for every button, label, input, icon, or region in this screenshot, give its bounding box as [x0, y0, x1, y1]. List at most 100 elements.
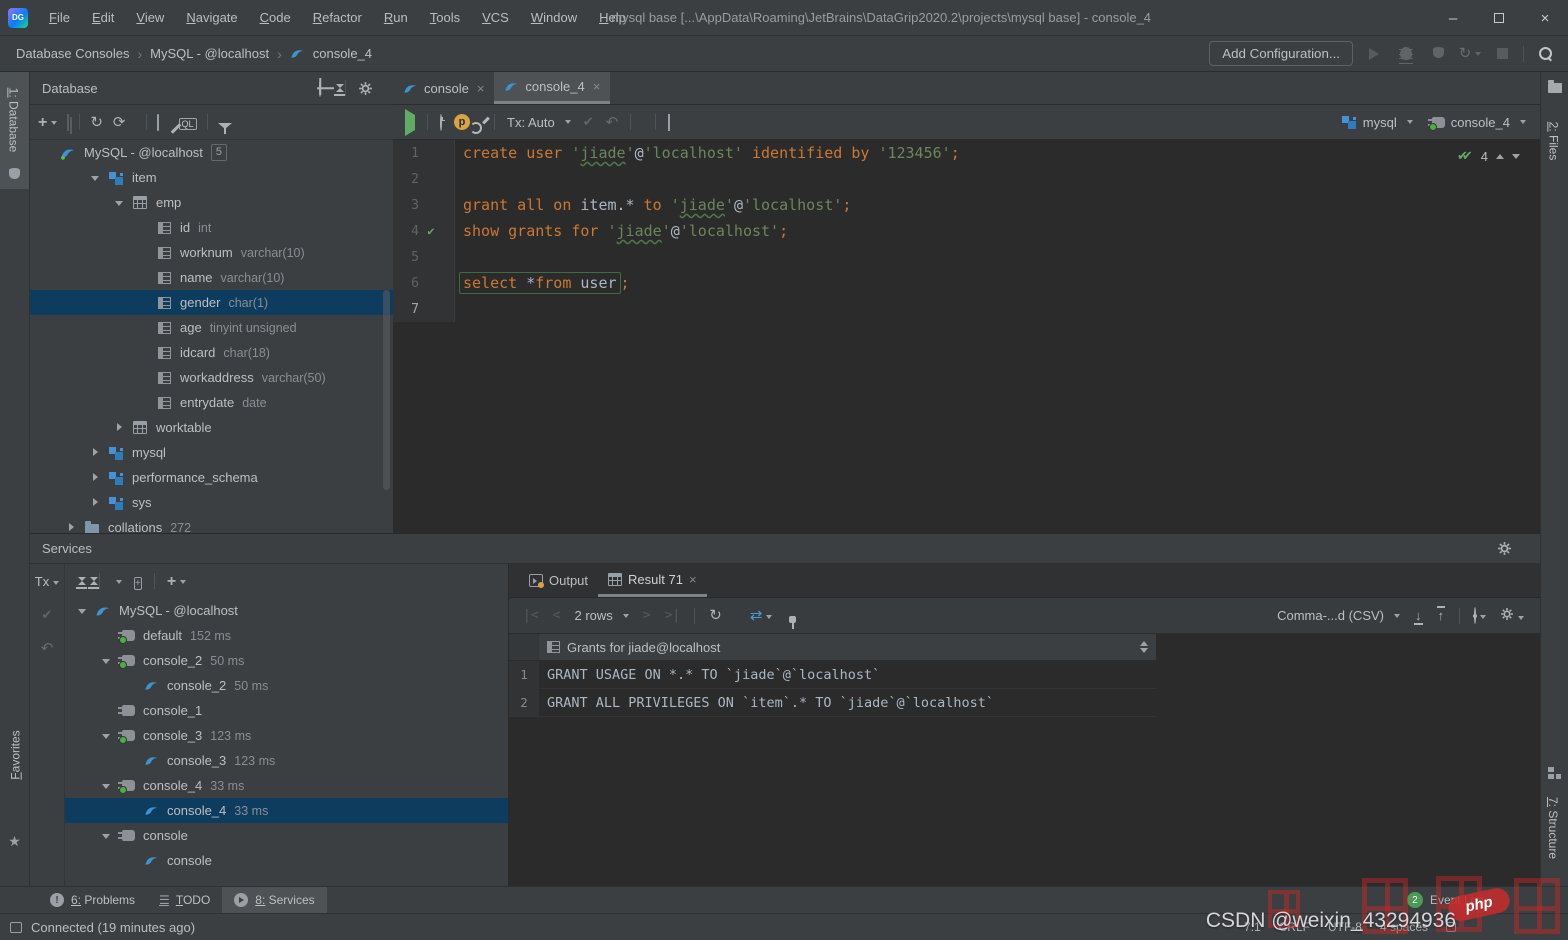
- db-tree-row-schema[interactable]: sys: [30, 490, 393, 515]
- inspection-widget[interactable]: ✔✔ 4: [1457, 148, 1520, 164]
- duplicate-icon[interactable]: [67, 115, 69, 130]
- db-tree-row-column[interactable]: id int: [30, 215, 393, 240]
- breadcrumb-console4[interactable]: console_4: [313, 46, 372, 61]
- rollback-icon[interactable]: ↶: [41, 641, 54, 656]
- close-button[interactable]: ×: [1522, 0, 1568, 36]
- menu-edit[interactable]: Edit: [83, 7, 123, 28]
- chevron-right-icon[interactable]: [60, 515, 82, 533]
- caret-position[interactable]: 7:1: [1244, 920, 1261, 934]
- close-tab-icon[interactable]: ×: [477, 81, 485, 96]
- chevron-down-icon[interactable]: [95, 648, 117, 673]
- table-view-icon[interactable]: [157, 115, 159, 130]
- execute-icon[interactable]: [405, 115, 415, 130]
- row-number[interactable]: 2: [509, 689, 539, 716]
- event-log-widget[interactable]: 2 Event Log: [1407, 892, 1484, 908]
- menu-navigate[interactable]: Navigate: [177, 7, 246, 28]
- tab-output[interactable]: Output: [519, 564, 598, 597]
- tool-tab-files[interactable]: 2: Files: [1541, 72, 1568, 189]
- db-tree-row-connection[interactable]: MySQL - @localhost 5: [30, 140, 393, 165]
- row-number[interactable]: 1: [509, 661, 539, 688]
- chevron-down-icon[interactable]: [95, 723, 117, 748]
- tab-console4[interactable]: console_4 ×: [494, 72, 610, 104]
- settings-gear-icon[interactable]: [358, 81, 373, 96]
- chevron-right-icon[interactable]: [84, 490, 106, 515]
- previous-page-icon[interactable]: <: [553, 608, 561, 623]
- chevron-right-icon[interactable]: [108, 415, 130, 440]
- download-icon[interactable]: ↓: [1414, 608, 1423, 623]
- menu-view[interactable]: View: [127, 7, 173, 28]
- db-tree-row-schema[interactable]: performance_schema: [30, 465, 393, 490]
- tx-mode-selector[interactable]: Tx: Auto: [507, 115, 571, 130]
- db-tree-row-column[interactable]: entrydate date: [30, 390, 393, 415]
- view-options-eye-icon[interactable]: [1474, 608, 1486, 623]
- chevron-down-icon[interactable]: [84, 165, 106, 190]
- db-tree-row-column[interactable]: workaddress varchar(50): [30, 365, 393, 390]
- tool-tab-favorites[interactable]: Favorites ★: [0, 715, 29, 850]
- query-console-icon[interactable]: QL: [179, 115, 197, 130]
- db-tree-row-schema[interactable]: mysql: [30, 440, 393, 465]
- schema-selector[interactable]: mysql: [1342, 115, 1413, 130]
- menu-code[interactable]: Code: [251, 7, 300, 28]
- grid-cell[interactable]: GRANT ALL PRIVILEGES ON `item`.* TO `jia…: [539, 695, 994, 711]
- scope-icon[interactable]: [319, 81, 321, 96]
- scrollbar-thumb[interactable]: [383, 290, 390, 490]
- add-configuration-button[interactable]: Add Configuration...: [1209, 41, 1353, 66]
- encoding-selector[interactable]: UTF-8: [1328, 920, 1362, 934]
- svc-row-console-selected[interactable]: console_4 33 ms: [65, 798, 508, 823]
- db-tree-row-table[interactable]: worktable: [30, 415, 393, 440]
- tool-tab-database[interactable]: 1: Database: [0, 72, 29, 189]
- export-format-selector[interactable]: Comma-...d (CSV): [1277, 608, 1400, 623]
- chevron-down-icon[interactable]: [108, 190, 130, 215]
- db-tree-row-column[interactable]: name varchar(10): [30, 265, 393, 290]
- upload-icon[interactable]: ↑: [1437, 608, 1446, 623]
- tool-window-toggle-icon[interactable]: [10, 922, 22, 933]
- grid-corner-cell[interactable]: [509, 634, 539, 660]
- tab-console[interactable]: console ×: [393, 72, 494, 104]
- next-page-icon[interactable]: >: [643, 608, 651, 623]
- reload-page-icon[interactable]: ↻: [709, 608, 722, 623]
- first-page-icon[interactable]: |<: [523, 608, 539, 623]
- close-tab-icon[interactable]: ×: [689, 572, 697, 587]
- tool-tab-services[interactable]: 8: Services: [222, 887, 326, 913]
- grid-column-header[interactable]: Grants for jiade@localhost: [539, 640, 1140, 655]
- rollback-icon[interactable]: ↶: [606, 115, 619, 130]
- svc-row-console[interactable]: console_2 50 ms: [65, 673, 508, 698]
- svc-row-session[interactable]: default 152 ms: [65, 623, 508, 648]
- grid-settings-gear-icon[interactable]: [1500, 607, 1524, 624]
- debug-icon[interactable]: [1395, 43, 1417, 65]
- maximize-button[interactable]: [1476, 0, 1522, 36]
- commit-check-icon[interactable]: ✔: [42, 607, 53, 623]
- search-everywhere-icon[interactable]: [1534, 43, 1556, 65]
- profiler-icon[interactable]: [1427, 43, 1449, 65]
- stop-icon[interactable]: [1491, 43, 1513, 65]
- grid-cell[interactable]: GRANT USAGE ON *.* TO `jiade`@`localhost…: [539, 667, 880, 683]
- compare-transfer-icon[interactable]: ⇄: [750, 608, 773, 623]
- svc-row-session[interactable]: console_4 33 ms: [65, 773, 508, 798]
- chevron-down-icon[interactable]: [95, 773, 117, 798]
- group-by-icon[interactable]: [112, 574, 122, 589]
- next-problem-icon[interactable]: [1512, 154, 1520, 159]
- svc-row-session[interactable]: console_2 50 ms: [65, 648, 508, 673]
- menu-window[interactable]: Window: [522, 7, 586, 28]
- db-tree-row-folder[interactable]: collations 272: [30, 515, 393, 533]
- add-datasource-icon[interactable]: +: [38, 115, 57, 130]
- svc-row-connection[interactable]: MySQL - @localhost: [65, 598, 508, 623]
- minimize-button[interactable]: –: [1430, 0, 1476, 36]
- page-size-selector[interactable]: 2 rows: [574, 608, 628, 623]
- new-frame-icon[interactable]: +: [134, 574, 142, 589]
- tool-tab-todo[interactable]: ☰ TODO: [147, 887, 222, 913]
- commit-check-icon[interactable]: ✔: [583, 114, 594, 130]
- sort-icon[interactable]: [1140, 641, 1148, 653]
- chevron-down-icon[interactable]: [71, 598, 93, 623]
- line-ending-selector[interactable]: CRLF: [1279, 920, 1310, 934]
- tool-tab-structure[interactable]: 7: Structure: [1541, 759, 1568, 876]
- svc-row-console[interactable]: console: [65, 848, 508, 873]
- chevron-right-icon[interactable]: [84, 440, 106, 465]
- chevron-down-icon[interactable]: [95, 823, 117, 848]
- coverage-icon[interactable]: ↻: [1459, 43, 1481, 65]
- code-editor[interactable]: 1 create user 'jiade'@'localhost' identi…: [393, 140, 1540, 532]
- menu-vcs[interactable]: VCS: [473, 7, 518, 28]
- add-service-icon[interactable]: +: [167, 574, 186, 589]
- browse-results-icon[interactable]: [668, 115, 670, 130]
- breadcrumb-consoles[interactable]: Database Consoles: [16, 46, 129, 61]
